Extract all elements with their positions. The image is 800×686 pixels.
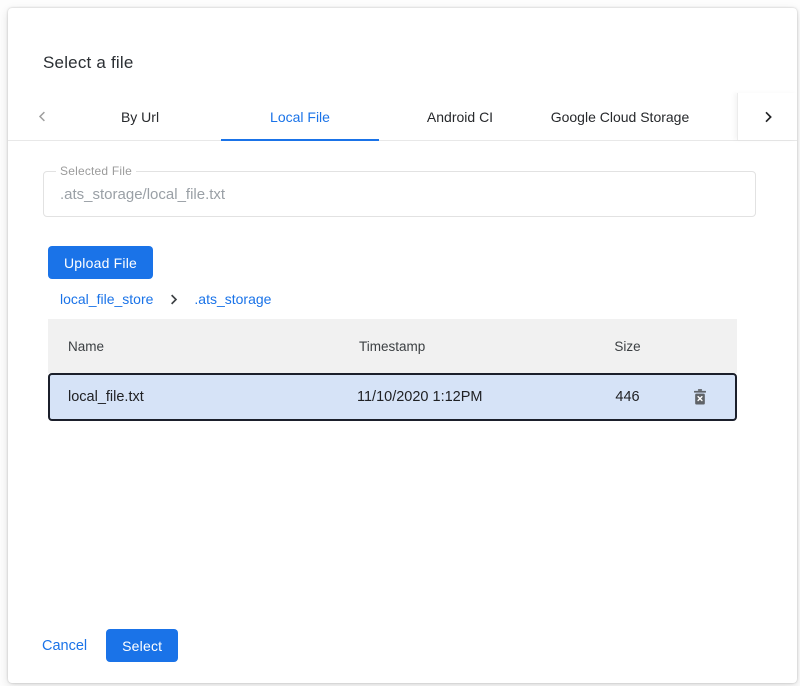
- dialog-title: Select a file: [43, 52, 797, 74]
- delete-trash-icon: [690, 387, 710, 407]
- upload-file-button[interactable]: Upload File: [48, 246, 153, 279]
- tab-google-cloud-storage[interactable]: Google Cloud Storage: [540, 93, 700, 140]
- tab-local-file[interactable]: Local File: [220, 93, 380, 140]
- chevron-left-icon: [35, 109, 50, 124]
- file-table: Name Timestamp Size local_file.txt 11/10…: [48, 319, 737, 421]
- table-row-local-file[interactable]: local_file.txt 11/10/2020 1:12PM 446: [48, 373, 737, 421]
- selected-file-field-label: Selected File: [56, 164, 136, 178]
- cell-file-actions: [665, 383, 735, 411]
- tab-bar: By Url Local File Android CI Google Clou…: [8, 93, 797, 141]
- dialog-backdrop: Select a file By Url Local File Android …: [0, 0, 800, 686]
- select-button[interactable]: Select: [106, 629, 178, 662]
- cell-file-size: 446: [590, 389, 665, 405]
- tab-android-ci[interactable]: Android CI: [380, 93, 540, 140]
- file-table-header-row: Name Timestamp Size: [48, 319, 737, 373]
- cell-file-timestamp: 11/10/2020 1:12PM: [345, 389, 590, 405]
- column-header-size: Size: [590, 339, 665, 354]
- dialog-actions: Cancel Select: [42, 629, 178, 662]
- tab-list: By Url Local File Android CI Google Clou…: [60, 93, 700, 140]
- cell-file-name: local_file.txt: [50, 389, 345, 405]
- tab-by-url[interactable]: By Url: [60, 93, 220, 140]
- delete-file-button[interactable]: [686, 383, 714, 411]
- cancel-button[interactable]: Cancel: [42, 638, 87, 654]
- breadcrumb: local_file_store .ats_storage: [60, 289, 756, 309]
- chevron-right-icon: [760, 109, 776, 125]
- column-header-name: Name: [48, 339, 345, 354]
- breadcrumb-item-local-file-store[interactable]: local_file_store: [60, 291, 153, 307]
- chevron-right-icon: [166, 292, 181, 307]
- tabs-scroll-right-button[interactable]: [737, 93, 797, 140]
- selected-file-field-value: .ats_storage/local_file.txt: [60, 186, 225, 203]
- selected-file-field[interactable]: Selected File .ats_storage/local_file.tx…: [43, 171, 756, 217]
- column-header-timestamp: Timestamp: [345, 339, 590, 354]
- breadcrumb-item-ats-storage[interactable]: .ats_storage: [194, 291, 271, 307]
- dialog-content: Selected File .ats_storage/local_file.tx…: [8, 171, 797, 421]
- select-file-dialog: Select a file By Url Local File Android …: [8, 8, 797, 683]
